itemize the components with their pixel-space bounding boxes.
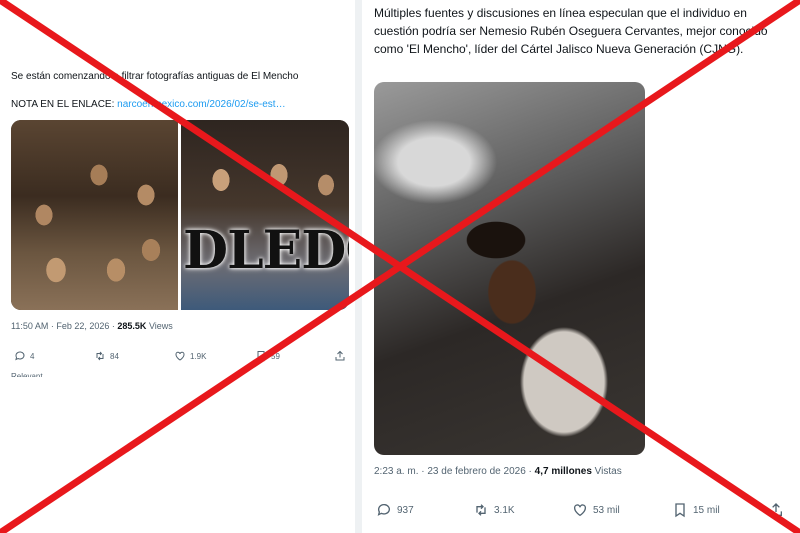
panel-divider: [355, 0, 362, 533]
left-tweet-note: NOTA EN EL ENLACE: narcoenmexico.com/202…: [11, 99, 286, 110]
left-reply-button[interactable]: 4: [14, 350, 34, 362]
left-tweet-text: Se están comenzando a filtrar fotografía…: [11, 71, 299, 82]
bookmark-icon: [672, 502, 688, 518]
left-tweet-panel: Se están comenzando a filtrar fotografía…: [0, 0, 355, 533]
right-views-label: Vistas: [591, 466, 622, 477]
right-tweet-meta: 2:23 a. m. · 23 de febrero de 2026 · 4,7…: [374, 466, 622, 477]
share-icon: [334, 350, 346, 362]
left-action-bar: 4 84 1.9K 59: [14, 350, 348, 364]
left-repost-button[interactable]: 84: [94, 350, 119, 362]
left-repost-count: 84: [110, 351, 119, 361]
left-bookmark-count: 59: [271, 351, 280, 361]
right-reply-button[interactable]: 937: [376, 502, 414, 518]
right-tweet-panel: Múltiples fuentes y discusiones en línea…: [362, 0, 800, 533]
right-bookmark-button[interactable]: 15 mil: [672, 502, 720, 518]
right-like-button[interactable]: 53 mil: [572, 502, 620, 518]
relevant-heading-cutoff: Relevant: [11, 372, 43, 377]
like-icon: [572, 502, 588, 518]
left-share-button[interactable]: [334, 350, 346, 362]
right-action-bar: 937 3.1K 53 mil 15 mil: [376, 502, 796, 520]
right-tweet-time[interactable]: 2:23 a. m. · 23 de febrero de 2026 ·: [374, 466, 535, 477]
repost-icon: [94, 350, 106, 362]
note-label: NOTA EN EL ENLACE:: [11, 99, 118, 110]
group-photo-1[interactable]: [11, 120, 178, 310]
right-repost-count: 3.1K: [494, 504, 515, 516]
left-like-button[interactable]: 1.9K: [174, 350, 206, 362]
right-like-count: 53 mil: [593, 504, 620, 516]
right-views-count: 4,7 millones: [534, 466, 592, 477]
right-bookmark-count: 15 mil: [693, 504, 720, 516]
reply-icon: [376, 502, 392, 518]
reply-icon: [14, 350, 26, 362]
left-tweet-time[interactable]: 11:50 AM · Feb 22, 2026 ·: [11, 321, 117, 331]
right-repost-button[interactable]: 3.1K: [473, 502, 515, 518]
like-icon: [174, 350, 186, 362]
right-reply-count: 937: [397, 504, 414, 516]
left-tweet-media[interactable]: DLEDO: [11, 120, 349, 310]
right-tweet-text: Múltiples fuentes y discusiones en línea…: [374, 6, 768, 56]
repost-icon: [473, 502, 489, 518]
media-watermark: DLEDO: [183, 220, 349, 281]
left-bookmark-button[interactable]: 59: [255, 350, 280, 362]
bookmark-icon: [255, 350, 267, 362]
group-photo-2[interactable]: [181, 120, 349, 310]
left-views-label: Views: [146, 321, 173, 331]
left-reply-count: 4: [30, 351, 35, 361]
note-link[interactable]: narcoenmexico.com/2026/02/se-est…: [117, 99, 285, 110]
left-views-count: 285.5K: [117, 321, 147, 331]
left-tweet-meta: 11:50 AM · Feb 22, 2026 · 285.5K Views: [11, 321, 173, 331]
share-icon: [768, 502, 784, 518]
left-like-count: 1.9K: [190, 351, 207, 361]
right-tweet-photo[interactable]: [374, 82, 645, 455]
right-share-button[interactable]: [768, 502, 784, 518]
